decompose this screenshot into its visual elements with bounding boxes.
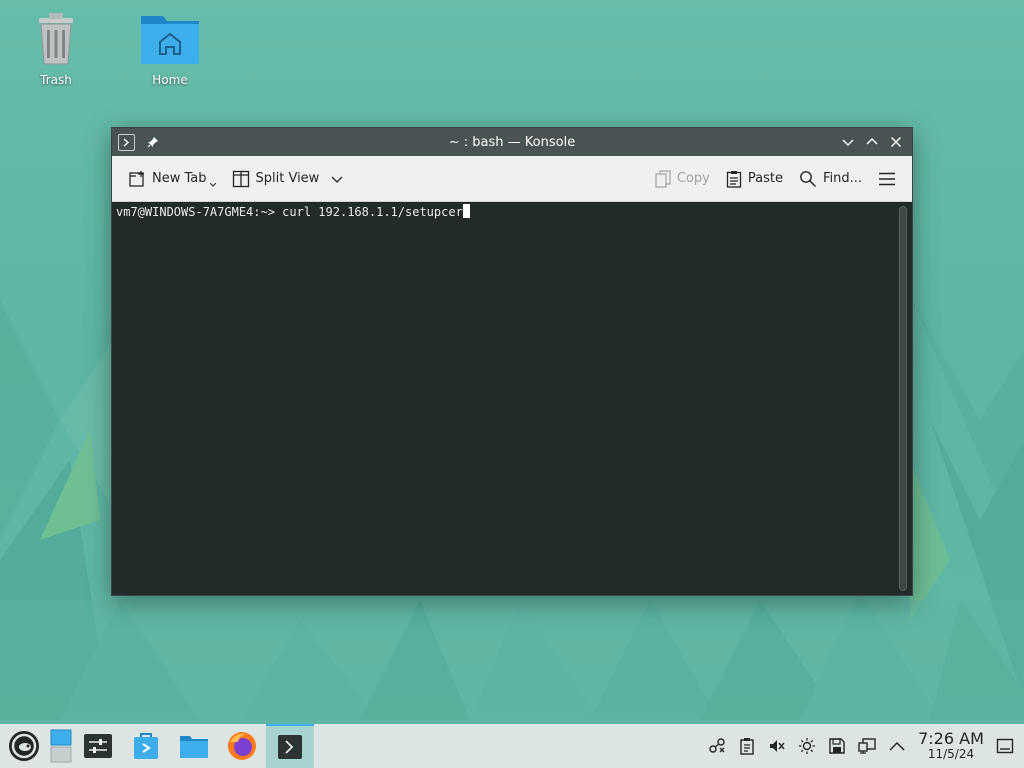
terminal-cursor bbox=[462, 204, 470, 218]
terminal-icon bbox=[278, 735, 302, 759]
digital-clock[interactable]: 7:26 AM 11/5/24 bbox=[914, 729, 988, 762]
taskbar-firefox[interactable] bbox=[218, 724, 266, 768]
desktop-icon-label: Home bbox=[152, 73, 188, 87]
paste-icon bbox=[726, 170, 742, 188]
system-tray: 7:26 AM 11/5/24 bbox=[704, 729, 1024, 762]
split-view-button[interactable]: Split View bbox=[224, 164, 352, 194]
terminal-prompt: vm7@WINDOWS-7A7GME4:~> bbox=[116, 205, 283, 219]
copy-icon bbox=[655, 169, 671, 188]
network-share-icon[interactable] bbox=[704, 731, 730, 761]
terminal-command: curl 192.168.1.1/setupcer bbox=[282, 205, 463, 219]
folder-icon bbox=[180, 736, 208, 758]
window-title: ~ : bash — Konsole bbox=[448, 134, 576, 150]
split-view-icon bbox=[232, 170, 249, 187]
desktop-icon-home[interactable]: Home bbox=[130, 10, 210, 87]
clock-time: 7:26 AM bbox=[918, 729, 984, 749]
disk-icon[interactable] bbox=[824, 731, 850, 761]
taskbar: 7:26 AM 11/5/24 bbox=[0, 724, 1024, 768]
close-icon bbox=[891, 137, 901, 147]
maximize-button[interactable] bbox=[864, 134, 880, 150]
desktop-icon-trash[interactable]: Trash bbox=[16, 10, 96, 87]
terminal-line: vm7@WINDOWS-7A7GME4:~> curl 192.168.1.1/… bbox=[116, 204, 470, 219]
opensuse-icon bbox=[9, 731, 39, 761]
paste-label: Paste bbox=[747, 171, 783, 186]
application-launcher[interactable] bbox=[0, 724, 48, 768]
network-wired-icon[interactable] bbox=[854, 731, 880, 761]
new-tab-icon bbox=[129, 170, 144, 187]
find-label: Find... bbox=[822, 171, 862, 186]
split-view-label: Split View bbox=[255, 171, 320, 186]
new-tab-label: New Tab bbox=[152, 171, 207, 186]
chevron-up-icon bbox=[866, 138, 878, 145]
firefox-icon bbox=[228, 732, 256, 760]
copy-button[interactable]: Copy bbox=[647, 164, 718, 194]
dropdown-indicator-icon bbox=[209, 182, 216, 187]
konsole-toolbar: New Tab Split View Copy Paste Find... bbox=[112, 156, 912, 202]
window-titlebar[interactable]: ~ : bash — Konsole bbox=[112, 128, 912, 156]
terminal-scrollbar[interactable] bbox=[899, 206, 907, 591]
close-button[interactable] bbox=[888, 134, 904, 150]
settings-icon bbox=[84, 734, 112, 758]
new-tab-button[interactable]: New Tab bbox=[120, 164, 224, 194]
pin-icon[interactable] bbox=[145, 134, 161, 150]
brightness-icon[interactable] bbox=[794, 731, 820, 761]
copy-label: Copy bbox=[676, 171, 710, 186]
trash-icon bbox=[39, 13, 73, 65]
chevron-down-icon[interactable] bbox=[331, 173, 343, 185]
virtual-desktop-pager[interactable] bbox=[48, 724, 74, 768]
home-folder-icon bbox=[141, 16, 199, 64]
find-button[interactable]: Find... bbox=[791, 164, 870, 194]
search-icon bbox=[800, 170, 816, 187]
konsole-window: ~ : bash — Konsole New Tab Split View Co… bbox=[111, 127, 913, 596]
show-desktop-icon[interactable] bbox=[992, 731, 1018, 761]
hamburger-menu-button[interactable] bbox=[870, 164, 904, 194]
terminal-area[interactable]: vm7@WINDOWS-7A7GME4:~> curl 192.168.1.1/… bbox=[112, 202, 912, 595]
volume-muted-icon[interactable] bbox=[764, 731, 790, 761]
desktop-icon-label: Trash bbox=[40, 73, 72, 87]
minimize-button[interactable] bbox=[840, 134, 856, 150]
clock-date: 11/5/24 bbox=[927, 747, 975, 762]
taskbar-discover[interactable] bbox=[122, 724, 170, 768]
konsole-app-icon[interactable] bbox=[118, 133, 135, 151]
taskbar-dolphin[interactable] bbox=[170, 724, 218, 768]
pager-icon bbox=[50, 729, 72, 763]
chevron-down-icon bbox=[842, 139, 854, 146]
discover-icon bbox=[134, 733, 158, 759]
paste-button[interactable]: Paste bbox=[718, 164, 791, 194]
taskbar-konsole[interactable] bbox=[266, 724, 314, 768]
hamburger-menu-icon bbox=[879, 172, 895, 185]
tray-expand-chevron-up-icon[interactable] bbox=[884, 731, 910, 761]
taskbar-system-settings[interactable] bbox=[74, 724, 122, 768]
clipboard-icon[interactable] bbox=[734, 731, 760, 761]
